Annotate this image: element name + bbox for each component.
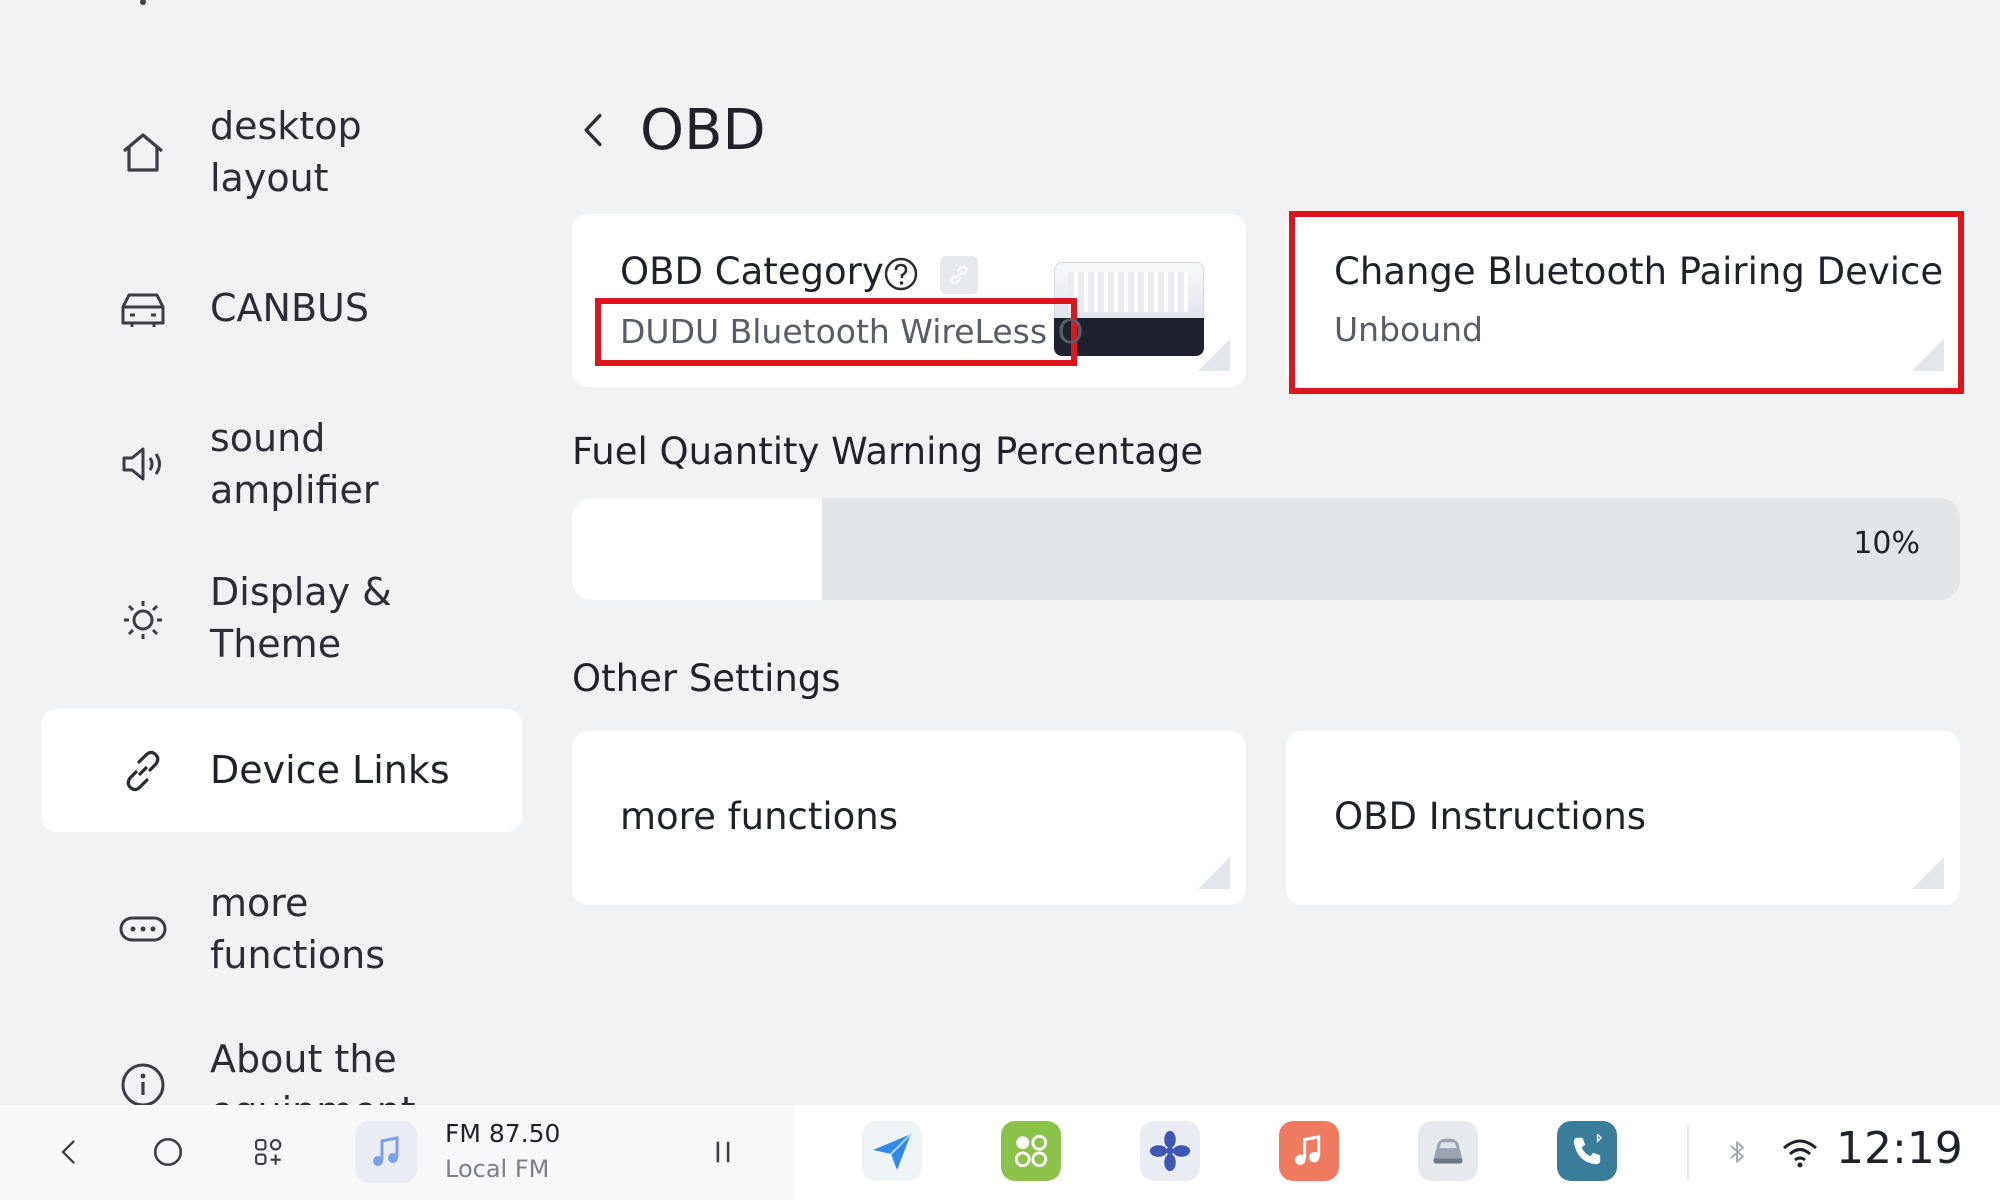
obd-category-title: OBD Category	[620, 250, 884, 293]
home-icon	[116, 125, 170, 179]
link-icon	[940, 256, 978, 294]
sidebar-item-label: wireless link	[210, 0, 443, 8]
help-icon[interactable]	[883, 256, 919, 292]
obd-category-value: DUDU Bluetooth WireLess O	[620, 312, 1084, 351]
apps-grid-app-icon[interactable]	[1001, 1121, 1061, 1181]
sidebar-item-label: Display & Theme	[210, 570, 392, 666]
sidebar-item-label: CANBUS	[210, 286, 369, 330]
car-icon	[116, 281, 170, 335]
more-functions-card[interactable]: more functions	[572, 731, 1246, 905]
corner-triangle-icon	[1198, 339, 1230, 371]
sidebar-item-wireless-link[interactable]: wireless link	[41, 0, 522, 22]
bt-pairing-highlight	[1289, 211, 1964, 394]
fuel-warning-slider-fill	[572, 498, 822, 600]
wifi-icon	[1775, 1127, 1825, 1177]
nav-home-button[interactable]	[143, 1127, 193, 1177]
fuel-warning-title: Fuel Quantity Warning Percentage	[572, 430, 1204, 473]
more-functions-label: more functions	[620, 795, 899, 838]
sidebar-item-canbus[interactable]: CANBUS	[41, 280, 522, 336]
speaker-icon	[116, 437, 170, 491]
sidebar-item-label: desktop layout	[210, 104, 362, 200]
obd-instructions-label: OBD Instructions	[1334, 795, 1647, 838]
fan-app-icon[interactable]	[1140, 1121, 1200, 1181]
sidebar-item-about[interactable]: About the equipment	[41, 1031, 522, 1105]
car-app-icon[interactable]	[1418, 1121, 1478, 1181]
sidebar-item-label: sound amplifier	[210, 416, 379, 512]
media-subtitle: Local FM	[445, 1155, 550, 1183]
nav-back-button[interactable]	[44, 1127, 94, 1177]
chevron-left-icon	[61, 1140, 75, 1164]
wifi-icon	[116, 0, 170, 18]
info-icon	[116, 1058, 170, 1105]
fuel-warning-value: 10%	[1853, 526, 1920, 561]
chevron-left-icon	[584, 113, 602, 147]
more-dots-icon	[116, 902, 170, 956]
music-app-icon[interactable]	[1279, 1121, 1339, 1181]
sun-icon	[116, 591, 170, 645]
sidebar-item-sound-amplifier[interactable]: sound amplifier	[41, 410, 522, 518]
sidebar-item-display-theme[interactable]: Display & Theme	[41, 564, 522, 672]
media-pause-button[interactable]	[698, 1127, 748, 1177]
sidebar-item-label: Device Links	[210, 748, 450, 792]
page-title: OBD	[640, 98, 766, 163]
bottom-bar-left: FM 87.50 Local FM	[0, 1105, 795, 1200]
other-settings-title: Other Settings	[572, 657, 841, 700]
music-note-icon	[373, 1136, 399, 1166]
bottom-bar: FM 87.50 Local FM 12:19	[0, 1105, 2000, 1200]
status-separator	[1687, 1125, 1689, 1180]
bluetooth-icon	[1712, 1127, 1762, 1177]
phone-app-icon[interactable]	[1557, 1121, 1617, 1181]
sidebar-item-device-links[interactable]: Device Links	[41, 709, 522, 832]
sidebar-item-more-functions[interactable]: more functions	[41, 875, 522, 983]
sidebar-item-label: more functions	[210, 881, 386, 977]
corner-triangle-icon	[1198, 857, 1230, 889]
corner-triangle-icon	[1912, 857, 1944, 889]
obd-instructions-card[interactable]: OBD Instructions	[1286, 731, 1960, 905]
status-clock: 12:19	[1836, 1123, 1963, 1174]
sidebar: wireless link desktop layout CANBUS soun…	[0, 0, 560, 1105]
fuel-warning-slider[interactable]: 10%	[572, 498, 1960, 600]
pause-icon	[716, 1141, 730, 1163]
apps-grid-icon	[255, 1139, 282, 1165]
sidebar-item-desktop-layout[interactable]: desktop layout	[41, 98, 522, 206]
home-circle-icon	[153, 1137, 183, 1167]
media-title: FM 87.50	[445, 1119, 561, 1148]
nav-apps-button[interactable]	[243, 1127, 293, 1177]
link-icon	[116, 744, 170, 798]
sidebar-item-label: About the equipment	[210, 1037, 416, 1105]
navigation-app-icon[interactable]	[862, 1121, 922, 1181]
media-thumbnail[interactable]	[355, 1121, 417, 1183]
back-button[interactable]	[568, 100, 618, 160]
